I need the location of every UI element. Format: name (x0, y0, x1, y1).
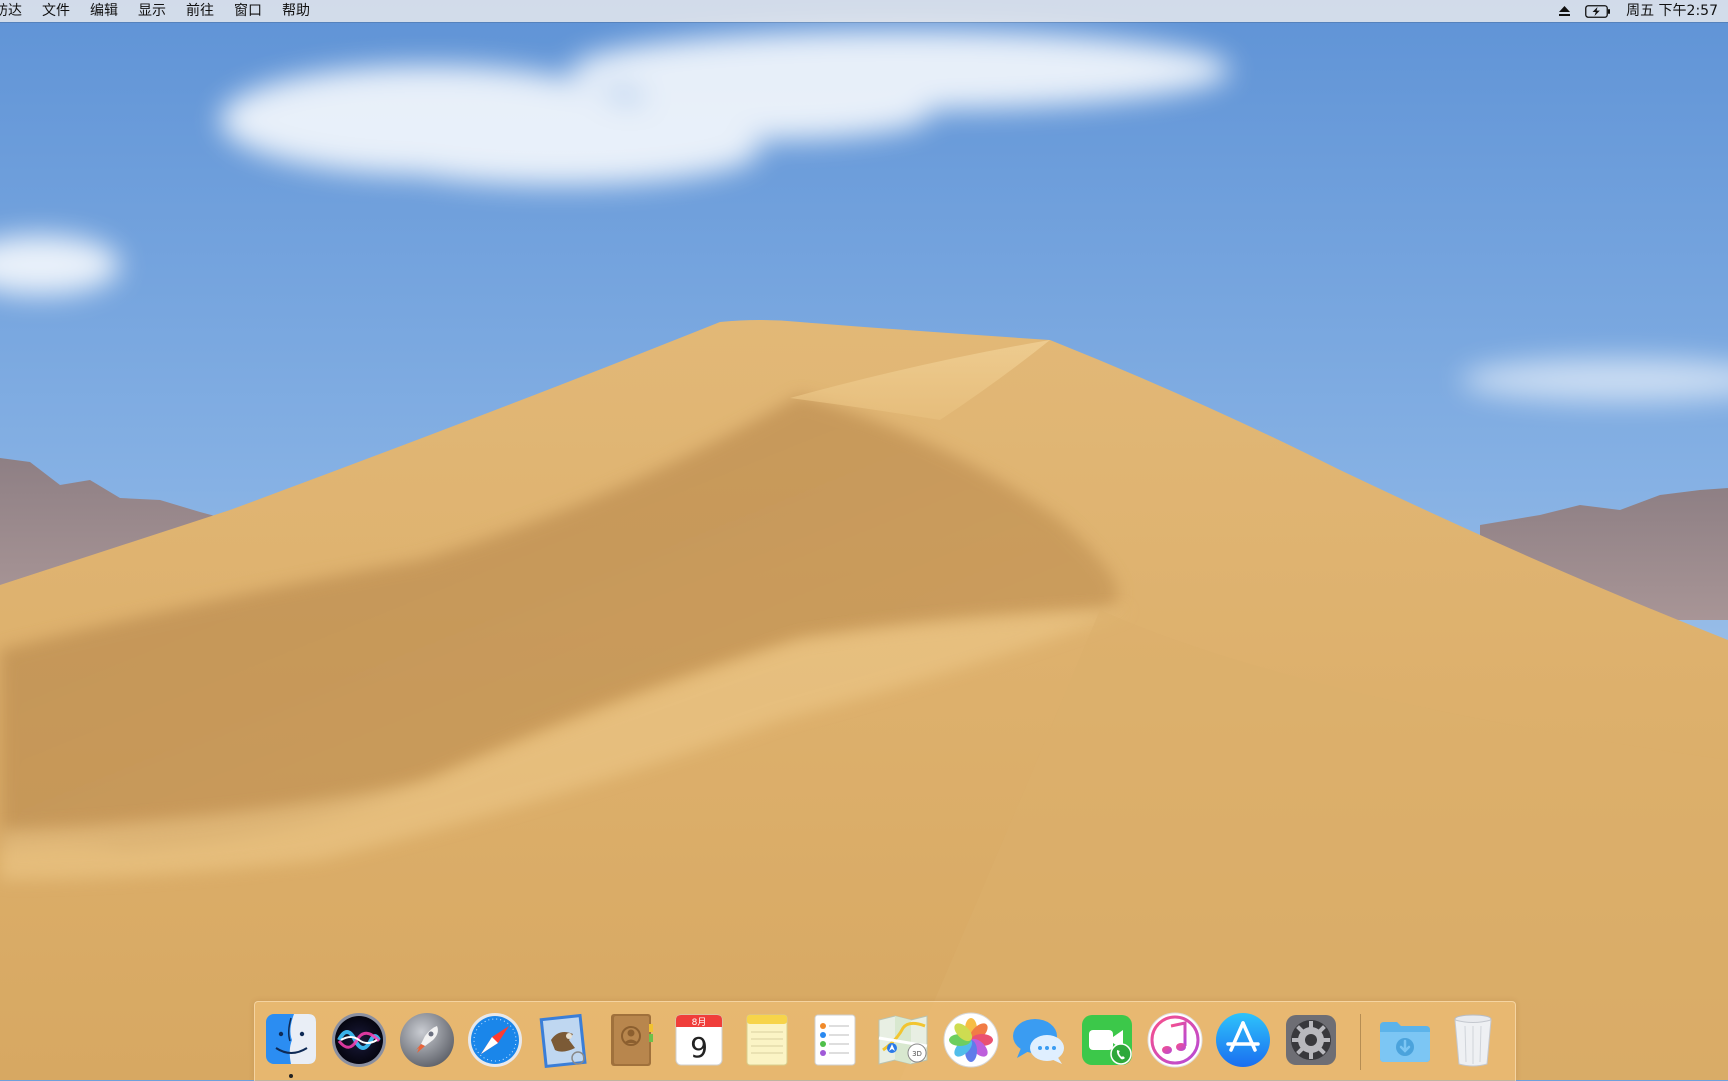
eject-icon[interactable] (1551, 0, 1578, 22)
dock-item-contacts[interactable] (601, 1010, 661, 1070)
dock-item-mail[interactable] (533, 1010, 593, 1070)
menu-go[interactable]: 前往 (176, 0, 224, 22)
photos-icon (943, 1012, 999, 1068)
calendar-month: 8月 (692, 1017, 707, 1028)
calendar-icon: 8月 9 (675, 1014, 723, 1066)
calendar-day: 9 (690, 1031, 708, 1064)
facetime-icon (1082, 1015, 1132, 1065)
mail-icon (539, 1013, 587, 1069)
dock-item-itunes[interactable] (1145, 1010, 1205, 1070)
menu-bar-clock[interactable]: 周五 下午2:57 (1618, 0, 1722, 22)
dock-item-downloads[interactable] (1375, 1010, 1435, 1070)
messages-icon (1013, 1019, 1064, 1064)
menu-edit[interactable]: 编辑 (80, 0, 128, 22)
system-preferences-icon (1286, 1015, 1336, 1065)
dock-item-finder[interactable] (261, 1010, 321, 1078)
dock-item-launchpad[interactable] (397, 1010, 457, 1070)
reminders-icon (814, 1014, 856, 1066)
dock-item-safari[interactable] (465, 1010, 525, 1070)
dock-item-photos[interactable] (941, 1010, 1001, 1070)
maps-icon: 3D (878, 1015, 928, 1065)
dock-item-facetime[interactable] (1077, 1010, 1137, 1070)
maps-3d-badge: 3D (912, 1050, 922, 1058)
dock-separator (1360, 1014, 1361, 1070)
safari-icon (468, 1013, 522, 1067)
menu-app-name[interactable]: 訪达 (0, 0, 32, 22)
menu-file[interactable]: 文件 (32, 0, 80, 22)
app-store-icon (1216, 1013, 1270, 1067)
trash-icon (1454, 1014, 1492, 1067)
dock-item-app-store[interactable] (1213, 1010, 1273, 1070)
menu-bar: 訪达 文件 编辑 显示 前往 窗口 帮助 周五 下午2:57 (0, 0, 1728, 22)
itunes-icon (1147, 1012, 1203, 1068)
menu-window[interactable]: 窗口 (224, 0, 272, 22)
notes-icon (746, 1014, 788, 1066)
finder-icon (266, 1014, 316, 1064)
menu-help[interactable]: 帮助 (272, 0, 320, 22)
battery-charging-icon[interactable] (1578, 0, 1618, 22)
menu-view[interactable]: 显示 (128, 0, 176, 22)
running-indicator (289, 1074, 293, 1078)
dock-item-calendar[interactable]: 8月 9 (669, 1010, 729, 1070)
downloads-folder-icon (1380, 1022, 1430, 1062)
dock-item-siri[interactable] (329, 1010, 389, 1070)
dock-item-trash[interactable] (1443, 1010, 1503, 1070)
desktop-wallpaper (0, 0, 1728, 1080)
dock-item-messages[interactable] (1009, 1010, 1069, 1070)
siri-icon (332, 1013, 386, 1067)
contacts-icon (611, 1014, 653, 1066)
menu-bar-status-area: 周五 下午2:57 (1551, 0, 1728, 22)
dock-item-reminders[interactable] (805, 1010, 865, 1070)
menu-bar-left: 訪达 文件 编辑 显示 前往 窗口 帮助 (0, 0, 320, 22)
dock-item-system-preferences[interactable] (1281, 1010, 1341, 1070)
launchpad-icon (400, 1013, 454, 1067)
dock-item-notes[interactable] (737, 1010, 797, 1070)
dock: 8月 9 3D (254, 1001, 1516, 1081)
dock-item-maps[interactable]: 3D (873, 1010, 933, 1070)
